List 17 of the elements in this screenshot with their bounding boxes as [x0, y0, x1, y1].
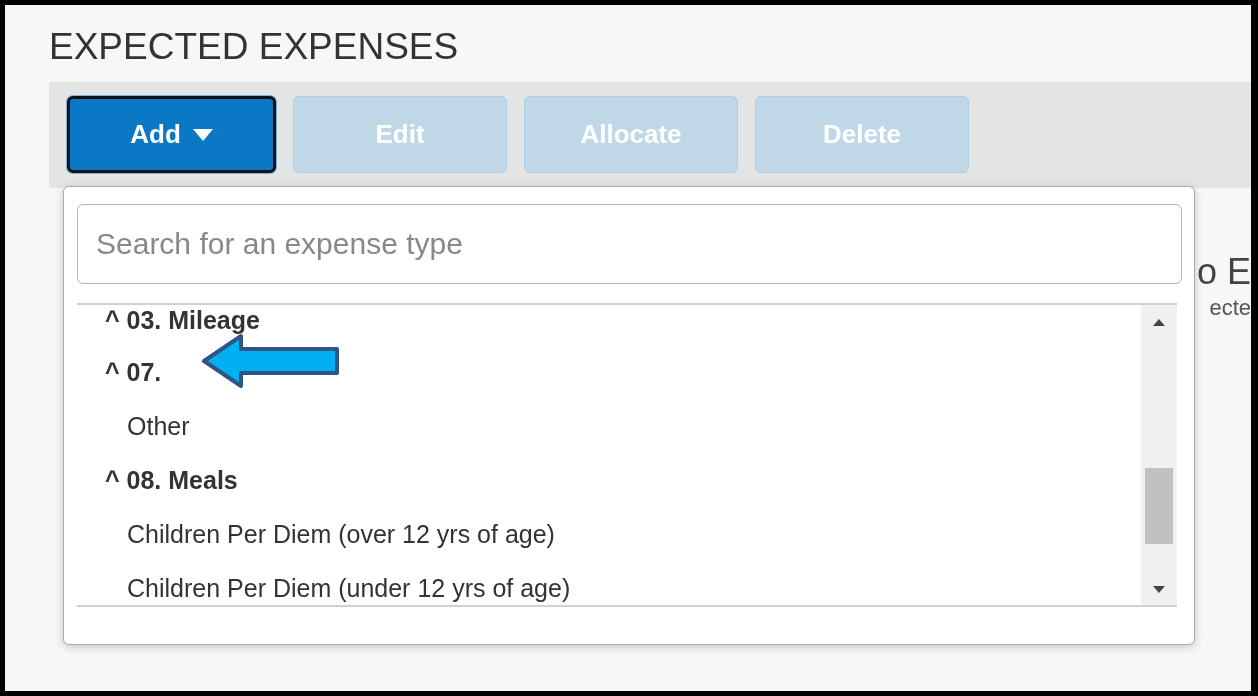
add-dropdown-button[interactable]: Add	[67, 96, 276, 173]
arrow-icon	[201, 333, 341, 389]
caret-icon	[192, 128, 213, 141]
scroll-thumb[interactable]	[1145, 468, 1173, 544]
group-header[interactable]: ^ 03. Mileage	[105, 305, 260, 357]
list-item[interactable]: Other	[105, 411, 190, 465]
list-item[interactable]: Children Per Diem (over 12 yrs of age)	[105, 519, 555, 573]
page-title: EXPECTED EXPENSES	[49, 25, 460, 69]
scroll-down-icon[interactable]	[1153, 586, 1165, 593]
group-header[interactable]: ^ 07.	[105, 357, 162, 411]
group-header[interactable]: ^ 08. Meals	[105, 465, 238, 519]
section-subtitle: ecte	[1209, 295, 1251, 321]
scrollbar[interactable]	[1141, 305, 1177, 605]
list-item[interactable]: Children Per Diem (under 12 yrs of age)	[105, 573, 571, 605]
scroll-up-icon[interactable]	[1153, 319, 1165, 326]
search-field[interactable]: Search for an expense type	[77, 204, 1182, 284]
section-heading: o E	[1196, 250, 1251, 294]
